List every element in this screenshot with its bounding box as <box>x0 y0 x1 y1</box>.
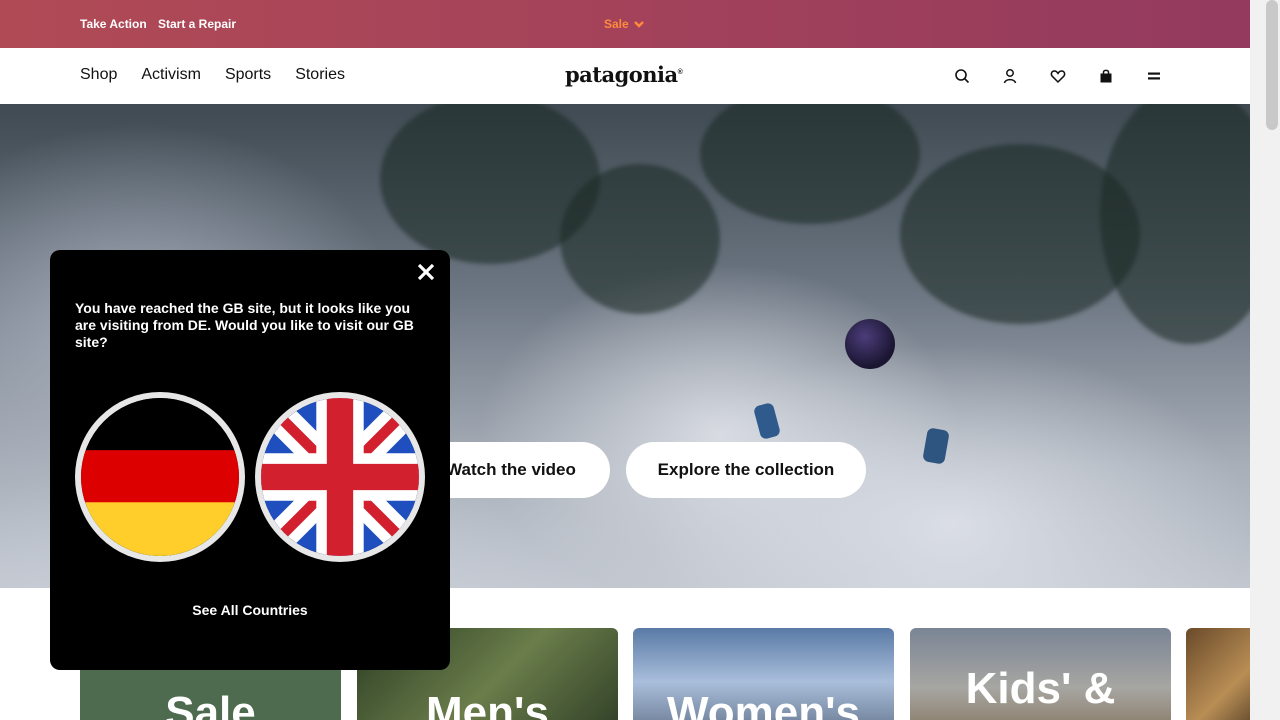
category-label: Men's <box>426 688 549 720</box>
nav-activism[interactable]: Activism <box>141 66 201 84</box>
scrollbar-thumb[interactable] <box>1266 0 1278 130</box>
heart-icon[interactable] <box>1046 64 1070 88</box>
hero-ski <box>752 401 782 441</box>
main-header: Shop Activism Sports Stories patagonia® <box>0 48 1250 104</box>
patagonia-logo[interactable]: patagonia® <box>565 62 683 87</box>
explore-collection-button[interactable]: Explore the collection <box>626 442 866 498</box>
see-all-countries-link[interactable]: See All Countries <box>50 602 450 618</box>
united-kingdom-flag-icon <box>261 398 419 556</box>
chevron-down-icon <box>633 21 644 28</box>
sale-dropdown[interactable]: Sale <box>604 17 645 31</box>
close-icon[interactable] <box>414 260 438 284</box>
hero-tree-shape <box>700 104 920 224</box>
account-icon[interactable] <box>998 64 1022 88</box>
country-selector-modal: You have reached the GB site, but it loo… <box>50 250 450 670</box>
hero-ski <box>922 427 950 465</box>
page: Take Action Start a Repair Sale Shop Act… <box>0 0 1250 720</box>
category-label: Women's <box>666 688 860 720</box>
country-message: You have reached the GB site, but it loo… <box>75 300 414 350</box>
menu-icon[interactable] <box>1142 64 1166 88</box>
logo-text: patagonia <box>565 62 678 87</box>
search-icon[interactable] <box>950 64 974 88</box>
category-label: Kids' & <box>965 664 1116 713</box>
sale-label: Sale <box>604 17 629 31</box>
promo-bar: Take Action Start a Repair Sale <box>0 0 1250 48</box>
nav-stories[interactable]: Stories <box>295 66 345 84</box>
start-repair-link[interactable]: Start a Repair <box>158 17 236 31</box>
germany-flag-button[interactable] <box>75 392 245 562</box>
hero-skier-figure <box>845 319 895 369</box>
category-card-partial[interactable] <box>1186 628 1250 720</box>
take-action-link[interactable]: Take Action <box>80 17 147 31</box>
hero-tree-shape <box>1100 104 1250 344</box>
nav-shop[interactable]: Shop <box>80 66 117 84</box>
page-scrollbar[interactable] <box>1250 0 1280 720</box>
header-icons <box>950 64 1166 88</box>
category-card-womens[interactable]: Women's <box>633 628 894 720</box>
primary-nav: Shop Activism Sports Stories <box>80 66 345 84</box>
nav-sports[interactable]: Sports <box>225 66 271 84</box>
category-label: Sale <box>165 688 256 720</box>
united-kingdom-flag-button[interactable] <box>255 392 425 562</box>
bag-icon[interactable] <box>1094 64 1118 88</box>
category-card-kids[interactable]: Kids' & <box>910 628 1171 720</box>
hero-tree-shape <box>560 164 720 314</box>
germany-flag-icon <box>81 398 239 556</box>
